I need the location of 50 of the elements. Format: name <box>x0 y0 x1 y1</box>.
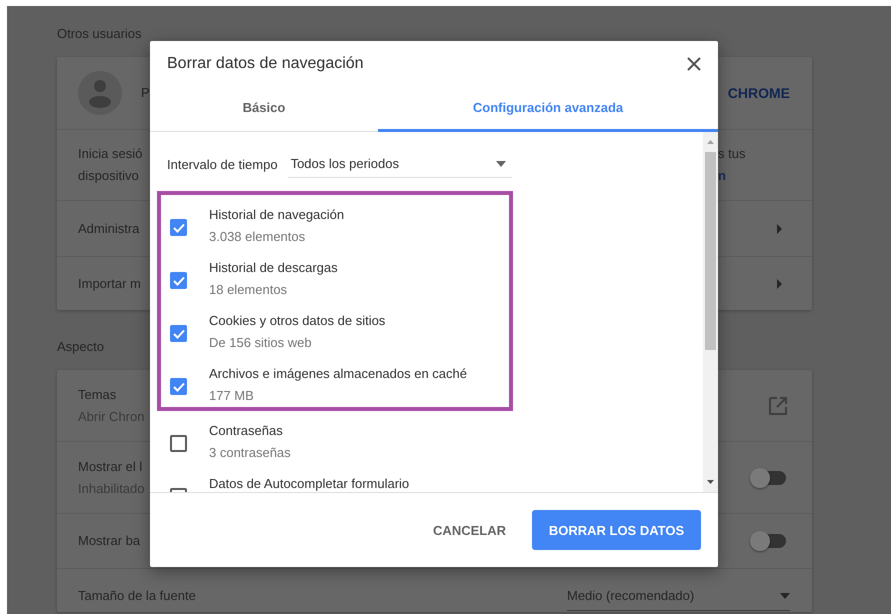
caret-down-icon <box>780 593 790 599</box>
setting-label: Temas <box>78 386 118 404</box>
option-title: Contraseñas <box>209 422 284 439</box>
option-detail: 3 contraseñas <box>209 444 291 461</box>
setting-description: dispositivo <box>78 167 140 185</box>
checkbox[interactable] <box>170 219 187 236</box>
tab[interactable]: Básico <box>150 86 378 132</box>
close-icon[interactable] <box>686 56 702 72</box>
option-title: Cookies y otros datos de sitios <box>209 312 386 329</box>
field-label: Intervalo de tiempo <box>167 156 278 172</box>
scrollbar[interactable] <box>703 132 718 492</box>
caret-down-icon <box>496 160 506 166</box>
avatar-icon <box>78 71 122 115</box>
external-link-icon[interactable] <box>769 396 787 414</box>
font-size-select[interactable]: Medio (recomendado) <box>567 587 790 611</box>
checkbox[interactable] <box>170 435 187 452</box>
scroll-up-arrow-icon[interactable] <box>707 140 714 144</box>
setting-label: Tamaño de la fuente <box>78 587 196 605</box>
setting-label: Importar m <box>78 274 141 292</box>
option-title: Archivos e imágenes almacenados en caché <box>209 365 467 382</box>
section-title: Otros usuarios <box>57 25 142 43</box>
section-title: Aspecto <box>57 338 104 356</box>
cancel-button[interactable]: CANCELAR <box>423 512 516 548</box>
setting-link[interactable]: n <box>718 167 790 185</box>
setting-description: Inicia sesió <box>78 145 142 163</box>
option-title: Datos de Autocompletar formulario <box>209 475 410 492</box>
time-range-select[interactable]: Todos los periodos <box>288 150 512 178</box>
option-detail: 3.038 elementos <box>209 228 306 245</box>
clear-data-button[interactable]: BORRAR LOS DATOS <box>532 510 701 550</box>
toggle-switch[interactable] <box>752 534 786 548</box>
sign-in-link[interactable]: CHROME <box>728 85 790 101</box>
tab[interactable]: Configuración avanzada <box>378 86 718 132</box>
caret-right-icon[interactable] <box>777 278 782 288</box>
scroll-down-arrow-icon[interactable] <box>707 480 714 484</box>
setting-label: Mostrar el l <box>78 458 144 476</box>
checkbox[interactable] <box>170 325 187 342</box>
caret-right-icon[interactable] <box>777 224 782 234</box>
profile-name: P <box>141 84 150 102</box>
checkbox[interactable] <box>170 272 187 289</box>
option-title: Historial de navegación <box>209 206 344 223</box>
option-detail: 18 elementos <box>209 281 288 298</box>
toggle-switch[interactable] <box>752 470 786 484</box>
setting-description: s tus <box>718 145 746 163</box>
option-detail: De 156 sitios web <box>209 334 313 351</box>
setting-label: Administra <box>78 220 140 238</box>
checkbox[interactable] <box>170 378 187 395</box>
option-detail: 177 MB <box>209 387 255 404</box>
setting-label: Mostrar ba <box>78 532 140 550</box>
dialog-title: Borrar datos de navegación <box>167 54 364 72</box>
option-title: Historial de descargas <box>209 259 338 276</box>
